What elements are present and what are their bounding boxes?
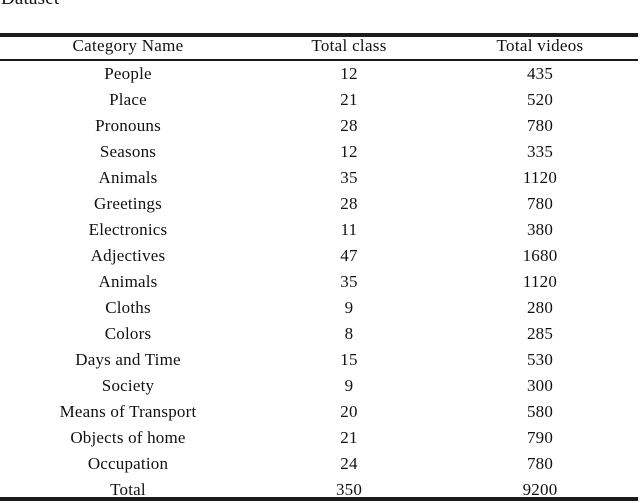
cell-total-videos: 780 <box>526 116 554 135</box>
table-row: Pronouns 28 780 <box>0 113 638 139</box>
cell-total-class: 12 <box>340 142 358 161</box>
dataset-table: Category Name Total class Total videos P… <box>0 33 638 503</box>
cell-total-class: 47 <box>340 246 358 265</box>
cell-total-class: 35 <box>340 168 358 187</box>
cell-category-name: Animals <box>98 272 158 291</box>
cell-total-videos: 335 <box>526 142 554 161</box>
dataset-table-container: Category Name Total class Total videos P… <box>0 33 638 503</box>
table-row: Objects of home 21 790 <box>0 425 638 451</box>
cell-total-videos: 300 <box>526 376 554 395</box>
column-header-total-class: Total class <box>256 33 442 61</box>
table-row: Greetings 28 780 <box>0 191 638 217</box>
cell-total-videos: 380 <box>526 220 554 239</box>
cell-category-name: Adjectives <box>90 246 166 265</box>
cell-total-class: 9 <box>344 298 354 317</box>
table-figure: Dataset Category Name Total class Total … <box>0 0 640 503</box>
cell-total-class: 20 <box>340 402 358 421</box>
table-header-row: Category Name Total class Total videos <box>0 33 638 61</box>
table-row: People 12 435 <box>0 60 638 87</box>
table-row: Days and Time 15 530 <box>0 347 638 373</box>
table-bottom-rule <box>0 497 638 499</box>
cell-category-name: Cloths <box>105 298 151 317</box>
cell-category-name: Total <box>110 480 146 499</box>
cell-total-class: 21 <box>340 90 358 109</box>
cell-category-name: Means of Transport <box>59 402 197 421</box>
table-row: Seasons 12 335 <box>0 139 638 165</box>
cell-category-name: Electronics <box>88 220 168 239</box>
table-row: Animals 35 1120 <box>0 269 638 295</box>
cell-total-class: 35 <box>340 272 358 291</box>
column-header-category-name: Category Name <box>0 33 256 61</box>
cell-category-name: Days and Time <box>75 350 181 369</box>
cell-total-videos: 520 <box>526 90 554 109</box>
cell-category-name: Objects of home <box>70 428 186 447</box>
cell-total-videos: 435 <box>526 64 554 83</box>
table-body: People 12 435 Place 21 520 Pronouns 28 780 Season… <box>0 60 638 503</box>
cell-category-name: Seasons <box>99 142 157 161</box>
cell-total-class: 24 <box>340 454 358 473</box>
cell-total-videos: 285 <box>526 324 554 343</box>
cell-total-class: 11 <box>340 220 358 239</box>
cell-total-class: 350 <box>335 480 363 499</box>
cell-total-videos: 1680 <box>522 246 558 265</box>
figure-caption: Dataset <box>0 0 640 11</box>
table-row: Adjectives 47 1680 <box>0 243 638 269</box>
cell-category-name: Colors <box>104 324 152 343</box>
table-top-rule <box>0 33 638 35</box>
cell-category-name: People <box>104 64 152 83</box>
cell-category-name: Place <box>109 90 147 109</box>
cell-total-videos: 780 <box>526 454 554 473</box>
table-row: Society 9 300 <box>0 373 638 399</box>
table-row: Place 21 520 <box>0 87 638 113</box>
table-header: Category Name Total class Total videos <box>0 33 638 61</box>
cell-category-name: Pronouns <box>95 116 161 135</box>
cell-category-name: Animals <box>98 168 158 187</box>
cell-category-name: Greetings <box>94 194 162 213</box>
cell-total-videos: 580 <box>526 402 554 421</box>
cell-total-class: 28 <box>340 194 358 213</box>
cell-total-videos: 1120 <box>522 272 558 291</box>
column-header-total-videos: Total videos <box>442 33 638 61</box>
table-row: Means of Transport 20 580 <box>0 399 638 425</box>
cell-total-class: 21 <box>340 428 358 447</box>
cell-total-videos: 280 <box>526 298 554 317</box>
cell-total-class: 9 <box>344 376 354 395</box>
caption-label: Dataset <box>1 0 59 10</box>
table-row: Cloths 9 280 <box>0 295 638 321</box>
table-row: Occupation 24 780 <box>0 451 638 477</box>
cell-total-videos: 530 <box>526 350 554 369</box>
table-row: Electronics 11 380 <box>0 217 638 243</box>
table-total-row: Total 350 9200 <box>0 477 638 503</box>
cell-category-name: Society <box>101 376 155 395</box>
table-row: Colors 8 285 <box>0 321 638 347</box>
cell-total-class: 15 <box>340 350 358 369</box>
cell-total-videos: 1120 <box>522 168 558 187</box>
cell-category-name: Occupation <box>87 454 169 473</box>
cell-total-class: 28 <box>340 116 358 135</box>
table-row: Animals 35 1120 <box>0 165 638 191</box>
cell-total-videos: 790 <box>526 428 554 447</box>
cell-total-videos: 780 <box>526 194 554 213</box>
cell-total-class: 12 <box>340 64 358 83</box>
cell-total-class: 8 <box>344 324 354 343</box>
cell-total-videos: 9200 <box>522 480 558 499</box>
